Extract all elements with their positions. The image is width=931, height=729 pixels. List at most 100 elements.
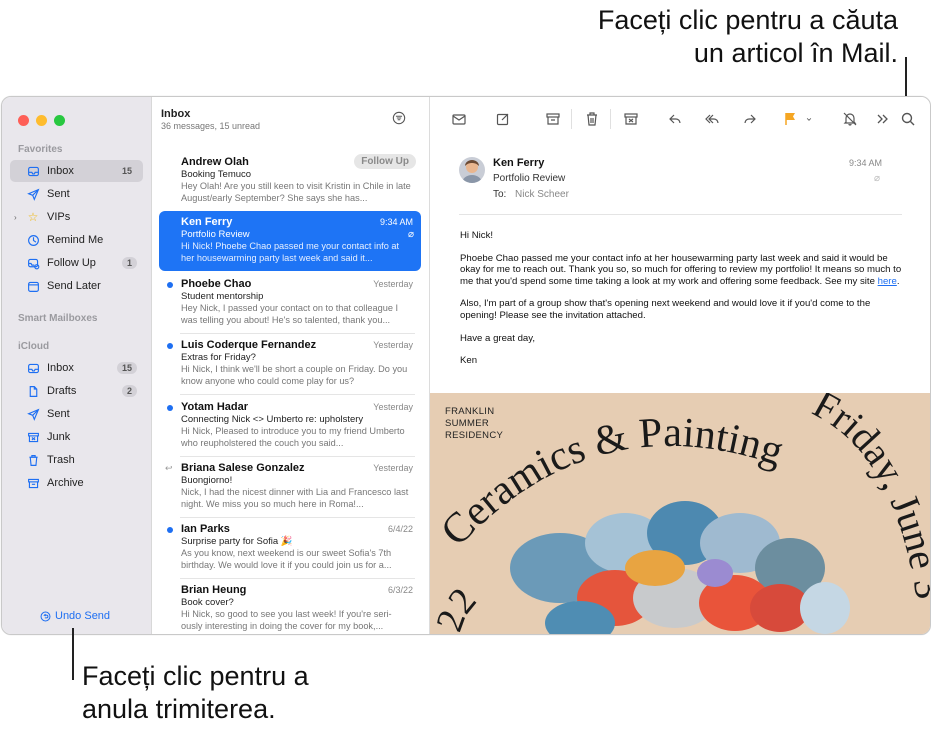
flag-menu-button[interactable] [804,110,814,128]
sidebar-item-icloud-inbox[interactable]: Inbox 15 [10,357,143,379]
get-mail-button[interactable] [450,110,468,128]
compose-button[interactable] [494,110,512,128]
list-item-selected[interactable]: Ken Ferry 9:34 AM Portfolio Review ⌀ Hi … [159,211,421,271]
recipient-name[interactable]: Nick Scheer [515,189,569,200]
poster-brand: FRANKLIN SUMMER RESIDENCY [445,406,503,442]
message-date: Yesterday [373,279,413,289]
undo-icon [40,611,51,621]
reply-button[interactable] [666,110,684,128]
mailbox-title: Inbox [161,108,191,120]
email-subject: Portfolio Review [493,173,566,184]
sidebar-item-junk[interactable]: Junk [10,426,143,448]
message-date: Yesterday [373,463,413,473]
junk-button[interactable] [622,110,640,128]
message-subject: Book cover? [181,597,234,608]
message-sender: Andrew Olah [181,156,249,168]
message-subject: Connecting Nick <> Umberto re: upholster… [181,414,364,425]
undo-send-label: Undo Send [55,610,111,622]
email-paragraph: Phoebe Chao passed me your contact info … [460,253,905,288]
sidebar-item-trash[interactable]: Trash [10,449,143,471]
minimize-window-button[interactable] [36,115,47,126]
reply-all-button[interactable] [703,110,721,128]
clock-icon [26,233,40,247]
flag-icon [785,113,795,125]
search-callout: Faceți clic pentru a căuta un articol în… [598,4,898,70]
forward-button[interactable] [741,110,759,128]
unread-dot [167,282,173,288]
trash-icon [26,453,40,467]
email-body: Hi Nick! Phoebe Chao passed me your cont… [460,230,905,378]
list-item[interactable]: Ian Parks 6/4/22 Surprise party for Sofi… [159,518,421,579]
sidebar-item-drafts[interactable]: Drafts 2 [10,380,143,402]
archive-icon [546,113,560,125]
sidebar-item-label: Inbox [47,362,74,374]
close-window-button[interactable] [18,115,29,126]
mail-window: Favorites Inbox 15 Sent › ☆ VIPs Remind … [1,96,931,635]
poster-art: Ceramics & Painting Friday, June 3 22 [430,393,930,634]
mailbox-subtitle: 36 messages, 15 unread [161,121,261,131]
message-preview: Hey Nick, I passed your contact on to th… [181,303,399,325]
sidebar-item-inbox[interactable]: Inbox 15 [10,160,143,182]
unread-badge: 15 [116,362,137,374]
archive-button[interactable] [544,110,562,128]
site-link[interactable]: here [878,276,897,287]
more-toolbar-button[interactable] [873,110,891,128]
sidebar-item-label: Send Later [47,280,101,292]
sidebar-item-send-later[interactable]: Send Later [10,275,143,297]
list-item[interactable]: Phoebe Chao Yesterday Student mentorship… [159,273,421,334]
list-item[interactable]: Yotam Hadar Yesterday Connecting Nick <>… [159,396,421,457]
message-date: Yesterday [373,340,413,350]
unread-dot [167,343,173,349]
poster-brand-line: RESIDENCY [445,430,504,441]
search-callout-line-1: Faceți clic pentru a căuta [597,5,898,35]
email-time: 9:34 AM [848,158,882,168]
sidebar-item-icloud-sent[interactable]: Sent [10,403,143,425]
sidebar-item-label: Remind Me [47,234,104,246]
email-paragraph-end: . [896,275,900,287]
poster-brand-line: FRANKLIN [445,406,495,417]
icloud-header[interactable]: iCloud [18,341,49,352]
message-date: 6/3/22 [387,585,413,595]
calendar-icon [26,279,40,293]
message-preview: Hi Nick! Phoebe Chao passed me your cont… [181,241,400,263]
sidebar-item-label: Inbox [47,165,74,177]
message-date: 6/4/22 [387,524,413,534]
sidebar-item-sent[interactable]: Sent [10,183,143,205]
star-icon: ☆ [27,210,39,224]
sidebar-item-archive[interactable]: Archive [10,472,143,494]
smart-mailboxes-header[interactable]: Smart Mailboxes [18,313,97,324]
sidebar-item-label: Follow Up [47,257,96,269]
junk-icon [624,113,638,125]
search-button[interactable] [899,110,917,128]
invitation-image: Ceramics & Painting Friday, June 3 22 FR… [430,393,930,634]
unread-badge: 15 [121,166,132,176]
delete-button[interactable] [583,110,601,128]
list-item[interactable]: ↩ Briana Salese Gonzalez Yesterday Buong… [159,457,421,518]
list-item[interactable]: Andrew Olah Follow Up Booking Temuco Hey… [159,151,421,212]
sidebar-item-follow-up[interactable]: Follow Up 1 [10,252,143,274]
inbox-icon [26,361,40,375]
filter-icon[interactable] [392,111,406,125]
message-subject: Booking Temuco [181,169,252,180]
message-list: Inbox 36 messages, 15 unread Andrew Olah… [152,97,430,634]
sidebar-item-vips[interactable]: › ☆ VIPs [10,206,143,228]
flag-button[interactable] [781,110,799,128]
undo-send-button[interactable]: Undo Send [40,610,110,622]
envelope-icon [452,114,466,125]
list-item[interactable]: Luis Coderque Fernandez Yesterday Extras… [159,334,421,395]
message-sender: Brian Heung [181,584,247,596]
message-subject: Surprise party for Sofia 🎉 [181,536,293,547]
window-controls [18,115,65,126]
sidebar-item-label: Drafts [47,385,77,397]
list-item[interactable]: Brian Heung 6/3/22 Book cover? Hi Nick, … [159,579,421,634]
message-viewer: Ken Ferry Portfolio Review To: Nick Sche… [430,97,930,634]
undo-callout-line-2: anula trimiterea. [82,694,276,724]
zoom-window-button[interactable] [54,115,65,126]
sidebar-item-remind-me[interactable]: Remind Me [10,229,143,251]
sender-name: Ken Ferry [493,157,545,169]
mute-button[interactable] [841,110,859,128]
disclosure-chevron-icon[interactable]: › [14,213,17,222]
message-preview: Hi Nick, so good to see you last week! I… [181,609,392,631]
recipient-label: To: [493,189,507,200]
message-preview: As you know, next weekend is our sweet S… [181,548,392,570]
